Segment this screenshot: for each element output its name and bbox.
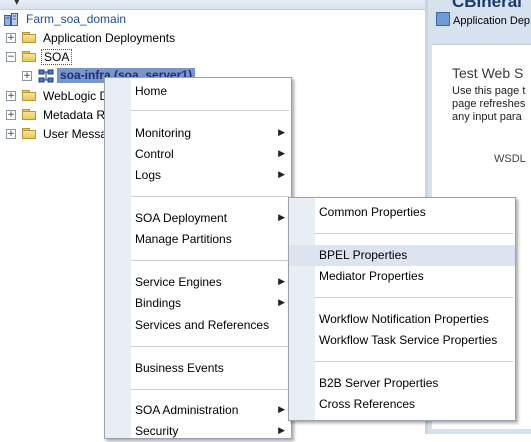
chevron-down-icon[interactable]: ▾: [14, 0, 20, 8]
application-deployment-label[interactable]: Application Dep: [453, 15, 530, 27]
menu-separator: [131, 389, 289, 390]
expand-icon[interactable]: +: [6, 110, 16, 120]
wsdl-label: WSDL: [494, 153, 526, 165]
menu-item-soa-deployment[interactable]: SOA Deployment ▶: [105, 208, 291, 229]
menu-item-service-engines[interactable]: Service Engines ▶: [105, 272, 291, 293]
folder-icon: [22, 128, 37, 139]
menu-item-label[interactable]: SOA Deployment: [135, 208, 227, 229]
submenu-item-label[interactable]: Cross References: [319, 394, 415, 415]
menu-item-logs[interactable]: Logs ▶: [105, 165, 291, 186]
expand-icon[interactable]: +: [6, 91, 16, 101]
submenu-item-label[interactable]: Mediator Properties: [319, 266, 424, 287]
expand-icon[interactable]: +: [6, 33, 16, 43]
menu-item-label[interactable]: Logs: [135, 165, 161, 186]
submenu-arrow-icon: ▶: [278, 128, 285, 138]
collapse-icon[interactable]: −: [6, 52, 16, 62]
menu-item-control[interactable]: Control ▶: [105, 144, 291, 165]
menu-item-label[interactable]: Security: [135, 421, 178, 442]
submenu-item-cross-references[interactable]: Cross References: [289, 394, 515, 415]
submenu-arrow-icon: ▶: [278, 277, 285, 287]
page-title: CBIneral: [452, 0, 522, 11]
menu-item-manage-partitions[interactable]: Manage Partitions: [105, 229, 291, 250]
context-menu: Home Monitoring ▶ Control ▶ Logs ▶ SOA D…: [104, 77, 292, 439]
submenu-item-label[interactable]: Workflow Task Service Properties: [319, 330, 497, 351]
submenu-item-workflow-notification-properties[interactable]: Workflow Notification Properties: [289, 309, 515, 330]
menu-item-label[interactable]: Business Events: [135, 358, 224, 379]
expand-icon[interactable]: +: [6, 129, 16, 139]
submenu-arrow-icon: ▶: [278, 149, 285, 159]
menu-separator: [315, 297, 513, 298]
description-text: Use this page t page refreshes any input…: [452, 85, 525, 124]
test-web-service-heading: Test Web S: [452, 65, 524, 81]
submenu-item-mediator-properties[interactable]: Mediator Properties: [289, 266, 515, 287]
menu-item-label[interactable]: Service Engines: [135, 272, 222, 293]
menu-item-label[interactable]: Monitoring: [135, 123, 191, 144]
submenu-item-label[interactable]: B2B Server Properties: [319, 373, 438, 394]
folder-icon: [22, 109, 37, 120]
menu-item-label[interactable]: Control: [135, 144, 174, 165]
application-icon: [436, 12, 450, 26]
tree-item-label[interactable]: Metadata Re: [43, 106, 112, 124]
menu-item-label[interactable]: Services and References: [135, 315, 269, 336]
submenu-arrow-icon: ▶: [278, 170, 285, 180]
description-line: Use this page t: [452, 85, 526, 97]
submenu-item-b2b-server-properties[interactable]: B2B Server Properties: [289, 373, 515, 394]
tree-item-label[interactable]: Application Deployments: [43, 29, 175, 47]
menu-separator: [315, 361, 513, 362]
menu-item-monitoring[interactable]: Monitoring ▶: [105, 123, 291, 144]
submenu-arrow-icon: ▶: [278, 405, 285, 415]
content-header: CBIneral Application Dep: [432, 0, 531, 38]
folder-icon: [22, 90, 37, 101]
submenu-item-label[interactable]: Common Properties: [319, 202, 426, 223]
tree-root-label[interactable]: Farm_soa_domain: [26, 10, 126, 28]
submenu-item-bpel-properties[interactable]: BPEL Properties: [289, 245, 515, 266]
tree-item-label[interactable]: SOA: [41, 49, 73, 65]
submenu-item-workflow-task-service-properties[interactable]: Workflow Task Service Properties: [289, 330, 515, 351]
submenu-item-common-properties[interactable]: Common Properties: [289, 202, 515, 223]
menu-item-business-events[interactable]: Business Events: [105, 358, 291, 379]
submenu-item-label[interactable]: BPEL Properties: [319, 245, 407, 266]
menu-item-label[interactable]: Manage Partitions: [135, 229, 232, 250]
menu-item-bindings[interactable]: Bindings ▶: [105, 293, 291, 314]
application-deployment-link[interactable]: Application Dep: [436, 12, 530, 27]
menu-separator: [131, 260, 289, 261]
menu-item-label[interactable]: SOA Administration: [135, 400, 238, 421]
menu-separator: [131, 110, 289, 111]
domain-icon: [4, 13, 18, 26]
tree-toolbar: ▾: [0, 0, 425, 10]
soa-deployment-submenu: Common Properties BPEL Properties Mediat…: [288, 197, 516, 421]
description-line: any input para: [452, 111, 522, 123]
menu-item-home[interactable]: Home: [105, 81, 291, 102]
menu-separator: [315, 233, 513, 234]
menu-separator: [131, 196, 289, 197]
submenu-arrow-icon: ▶: [278, 298, 285, 308]
menu-item-label[interactable]: Bindings: [135, 293, 181, 314]
folder-icon: [22, 32, 37, 43]
description-line: page refreshes: [452, 98, 526, 110]
submenu-arrow-icon: ▶: [278, 426, 285, 436]
menu-separator: [131, 346, 289, 347]
menu-item-services-and-references[interactable]: Services and References: [105, 315, 291, 336]
expand-icon[interactable]: +: [22, 71, 32, 81]
menu-item-security[interactable]: Security ▶: [105, 421, 291, 442]
soa-infra-icon: [38, 69, 54, 83]
menu-item-soa-administration[interactable]: SOA Administration ▶: [105, 400, 291, 421]
submenu-arrow-icon: ▶: [278, 213, 285, 223]
submenu-item-label[interactable]: Workflow Notification Properties: [319, 309, 489, 330]
menu-item-label[interactable]: Home: [135, 81, 167, 102]
folder-icon: [22, 51, 37, 62]
